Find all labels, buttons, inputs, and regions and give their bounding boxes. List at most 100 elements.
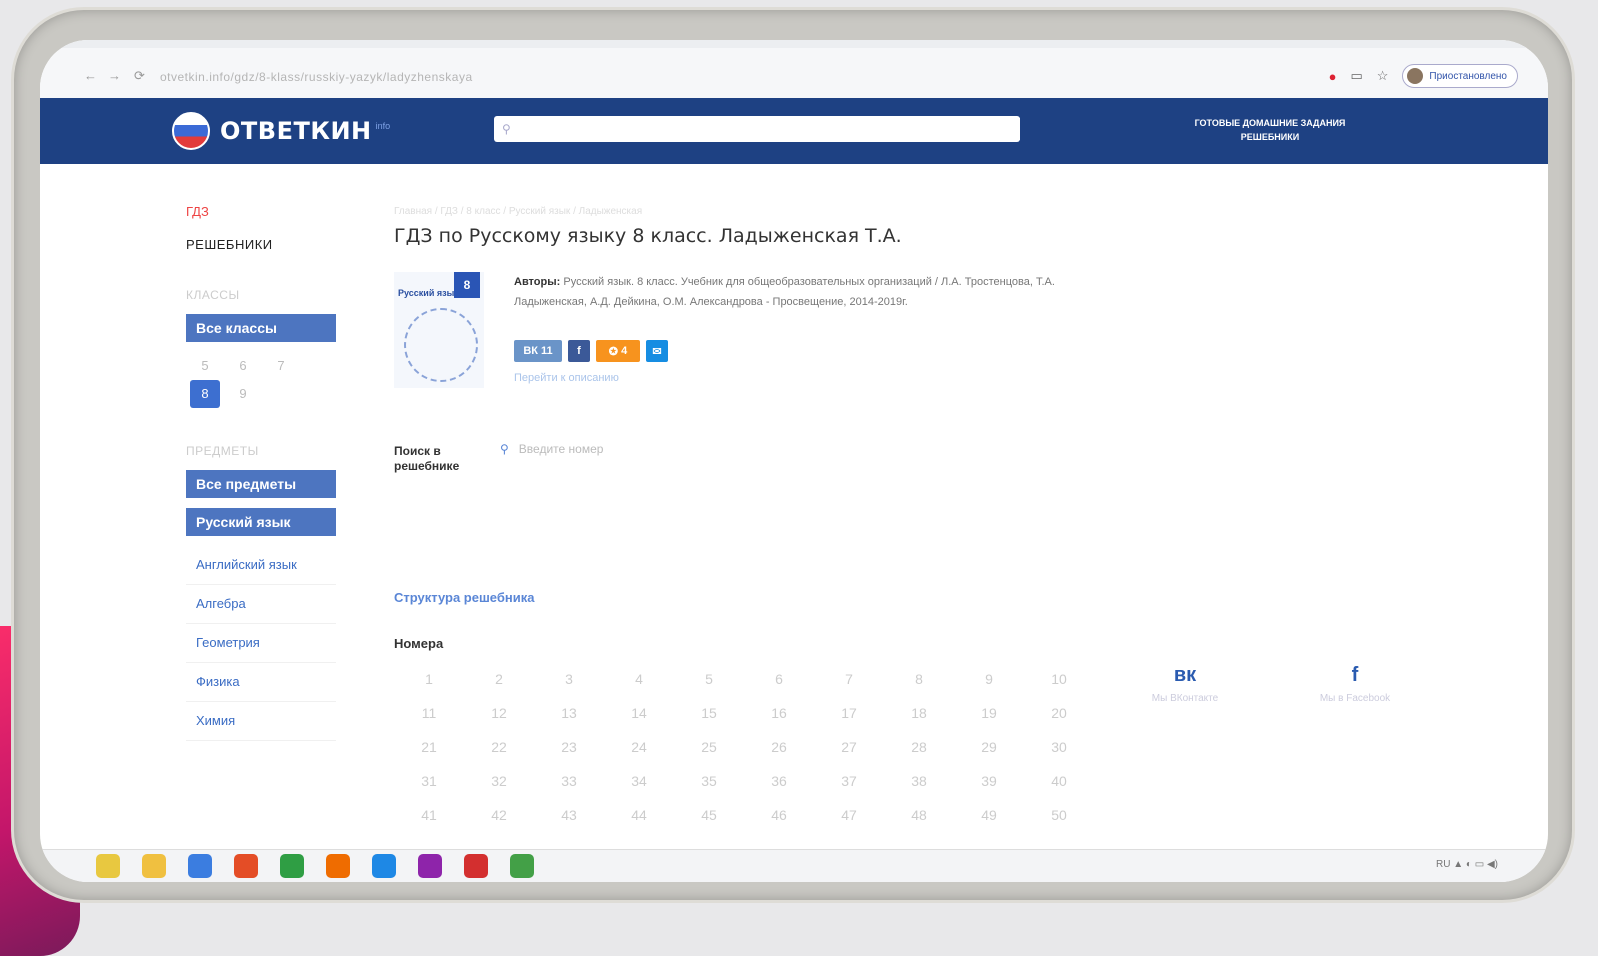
number-link[interactable]: 8 [884, 662, 954, 696]
subject-item[interactable]: Английский язык [186, 546, 336, 585]
taskbar-app-icon[interactable] [188, 854, 212, 878]
facebook-community-link[interactable]: f Мы в Facebook [1300, 664, 1410, 704]
number-link[interactable]: 15 [674, 696, 744, 730]
forward-icon[interactable]: → [108, 68, 121, 83]
share-facebook-button[interactable]: f [568, 340, 590, 362]
number-link[interactable]: 28 [884, 730, 954, 764]
taskbar-app-icon[interactable] [418, 854, 442, 878]
number-link[interactable]: 18 [884, 696, 954, 730]
cast-icon[interactable]: ▭ [1350, 68, 1362, 84]
number-link[interactable]: 2 [464, 662, 534, 696]
number-link[interactable]: 45 [674, 798, 744, 832]
number-link[interactable]: 36 [744, 764, 814, 798]
number-link[interactable]: 39 [954, 764, 1024, 798]
subject-item[interactable]: Химия [186, 702, 336, 741]
class-item-6[interactable]: 6 [224, 352, 262, 380]
class-item-7[interactable]: 7 [262, 352, 300, 380]
nav-link-reshebniki[interactable]: РЕШЕБНИКИ [1160, 130, 1380, 144]
number-link[interactable]: 20 [1024, 696, 1094, 730]
number-link[interactable]: 49 [954, 798, 1024, 832]
number-link[interactable]: 44 [604, 798, 674, 832]
number-link[interactable]: 14 [604, 696, 674, 730]
number-link[interactable]: 24 [604, 730, 674, 764]
number-link[interactable]: 29 [954, 730, 1024, 764]
number-link[interactable]: 19 [954, 696, 1024, 730]
number-link[interactable]: 3 [534, 662, 604, 696]
taskbar-app-icon[interactable] [372, 854, 396, 878]
site-logo[interactable]: ОТВЕТКИН info [172, 112, 390, 150]
number-link[interactable]: 23 [534, 730, 604, 764]
share-vk-button[interactable]: ВК 11 [514, 340, 562, 362]
number-link[interactable]: 4 [604, 662, 674, 696]
number-link[interactable]: 42 [464, 798, 534, 832]
taskbar-app-icon[interactable] [326, 854, 350, 878]
breadcrumb[interactable]: Главная / ГДЗ / 8 класс / Русский язык /… [394, 206, 1494, 217]
taskbar-app-icon[interactable] [142, 854, 166, 878]
all-subjects-button[interactable]: Все предметы [186, 470, 336, 498]
number-link[interactable]: 22 [464, 730, 534, 764]
taskbar-app-icon[interactable] [234, 854, 258, 878]
number-link[interactable]: 40 [1024, 764, 1094, 798]
subject-item[interactable]: Геометрия [186, 624, 336, 663]
solution-search[interactable]: ⚲ Введите номер [500, 442, 603, 456]
number-link[interactable]: 11 [394, 696, 464, 730]
nav-link-gdz[interactable]: ГОТОВЫЕ ДОМАШНИЕ ЗАДАНИЯ [1160, 116, 1380, 130]
taskbar-app-icon[interactable] [464, 854, 488, 878]
sidebar-link-reshebniki[interactable]: РЕШЕБНИКИ [186, 237, 346, 252]
class-item-5[interactable]: 5 [186, 352, 224, 380]
reload-icon[interactable]: ⟳ [134, 68, 145, 84]
number-link[interactable]: 30 [1024, 730, 1094, 764]
number-link[interactable]: 16 [744, 696, 814, 730]
subject-item[interactable]: Физика [186, 663, 336, 702]
vk-community-link[interactable]: вк Мы ВКонтакте [1130, 664, 1240, 704]
header-search-input[interactable] [516, 118, 1020, 140]
number-link[interactable]: 33 [534, 764, 604, 798]
number-link[interactable]: 6 [744, 662, 814, 696]
number-link[interactable]: 43 [534, 798, 604, 832]
class-item-8[interactable]: 8 [190, 380, 220, 408]
number-link[interactable]: 1 [394, 662, 464, 696]
subject-russian-active[interactable]: Русский язык [186, 508, 336, 536]
number-link[interactable]: 34 [604, 764, 674, 798]
number-link[interactable]: 27 [814, 730, 884, 764]
number-link[interactable]: 21 [394, 730, 464, 764]
number-link[interactable]: 46 [744, 798, 814, 832]
extension-icon[interactable]: ● [1329, 69, 1337, 84]
number-link[interactable]: 48 [884, 798, 954, 832]
taskbar-app-icon[interactable] [96, 854, 120, 878]
address-bar[interactable]: otvetkin.info/gdz/8-klass/russkiy-yazyk/… [160, 70, 473, 84]
tab-strip[interactable] [40, 40, 1548, 48]
number-link[interactable]: 26 [744, 730, 814, 764]
system-tray[interactable]: RU ▲ ◐ ▭ ◀) [1436, 859, 1498, 870]
number-link[interactable]: 12 [464, 696, 534, 730]
solution-search-input[interactable]: Введите номер [519, 442, 604, 456]
back-icon[interactable]: ← [84, 68, 97, 83]
number-link[interactable]: 25 [674, 730, 744, 764]
subject-item[interactable]: Алгебра [186, 585, 336, 624]
number-link[interactable]: 32 [464, 764, 534, 798]
number-link[interactable]: 13 [534, 696, 604, 730]
structure-link[interactable]: Структура решебника [394, 590, 534, 605]
number-link[interactable]: 7 [814, 662, 884, 696]
share-mail-button[interactable]: ✉ [646, 340, 668, 362]
number-link[interactable]: 41 [394, 798, 464, 832]
class-item-9[interactable]: 9 [224, 380, 262, 408]
share-ok-button[interactable]: ✪ 4 [596, 340, 640, 362]
taskbar-app-icon[interactable] [280, 854, 304, 878]
number-link[interactable]: 50 [1024, 798, 1094, 832]
number-link[interactable]: 38 [884, 764, 954, 798]
number-link[interactable]: 5 [674, 662, 744, 696]
bookmark-star-icon[interactable]: ☆ [1377, 68, 1389, 84]
all-classes-button[interactable]: Все классы [186, 314, 336, 342]
taskbar-app-icon[interactable] [510, 854, 534, 878]
goto-description-link[interactable]: Перейти к описанию [514, 372, 619, 384]
number-link[interactable]: 10 [1024, 662, 1094, 696]
number-link[interactable]: 9 [954, 662, 1024, 696]
number-link[interactable]: 47 [814, 798, 884, 832]
sidebar-link-gdz[interactable]: ГДЗ [186, 204, 346, 219]
number-link[interactable]: 35 [674, 764, 744, 798]
number-link[interactable]: 31 [394, 764, 464, 798]
number-link[interactable]: 37 [814, 764, 884, 798]
profile-paused-button[interactable]: Приостановлено [1402, 64, 1518, 88]
number-link[interactable]: 17 [814, 696, 884, 730]
